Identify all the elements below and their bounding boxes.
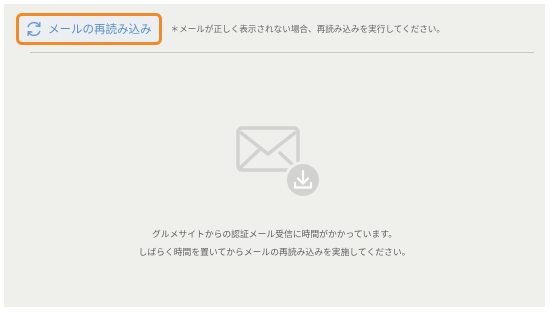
envelope-icon: [236, 126, 322, 199]
waiting-message-line-2: しばらく時間を置いてからメールの再読み込みを実施してください。: [138, 248, 411, 258]
reload-mail-label: メールの再読み込み: [48, 22, 152, 36]
reload-icon: [25, 20, 43, 38]
toolbar: メールの再読み込み ＊メールが正しく表示されない場合、再読み込みを実行してくださ…: [16, 13, 445, 45]
reload-notice: ＊メールが正しく表示されない場合、再読み込みを実行してください。: [170, 25, 446, 35]
mail-panel: メールの再読み込み ＊メールが正しく表示されない場合、再読み込みを実行してくださ…: [4, 4, 545, 307]
waiting-message: グルメサイトからの認証メール受信に時間がかかっています。 しばらく時間を置いてか…: [4, 226, 545, 262]
reload-mail-button[interactable]: メールの再読み込み: [16, 13, 162, 45]
download-icon: [284, 161, 322, 199]
waiting-message-line-1: グルメサイトからの認証メール受信に時間がかかっています。: [152, 230, 397, 240]
divider: [30, 52, 534, 53]
pending-mail-illustration: [236, 126, 328, 200]
